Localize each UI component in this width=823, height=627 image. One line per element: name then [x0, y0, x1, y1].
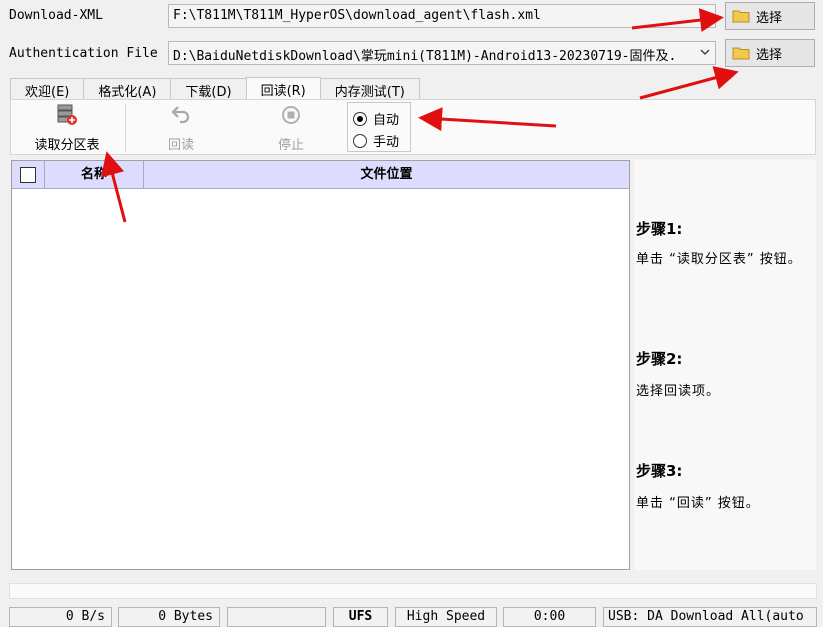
readback-button[interactable]: 回读: [125, 104, 237, 153]
status-time: 0:00: [503, 607, 596, 627]
status-storage: UFS: [333, 607, 388, 627]
undo-arrow-icon: [171, 106, 190, 124]
partition-table-icon: [57, 104, 77, 125]
download-xml-combo[interactable]: F:\T811M\T811M_HyperOS\download_agent\fl…: [168, 4, 716, 28]
read-partition-table-button[interactable]: 读取分区表: [11, 104, 123, 153]
status-usb-speed: High Speed: [395, 607, 497, 627]
stop-button[interactable]: 停止: [235, 104, 347, 153]
tab-readback[interactable]: 回读(R): [245, 77, 321, 100]
table-header: 名称 文件位置: [12, 161, 629, 189]
mode-auto-radio[interactable]: [353, 111, 367, 126]
help-panel: 步骤1: 单击 “读取分区表” 按钮。 步骤2: 选择回读项。 步骤3: 单击 …: [634, 160, 816, 570]
folder-icon: [732, 10, 750, 23]
download-xml-choose-button[interactable]: 选择: [725, 2, 815, 30]
tab-bar: 欢迎(E) 格式化(A) 下载(D) 回读(R) 内存测试(T): [10, 77, 420, 100]
tab-memory-test[interactable]: 内存测试(T): [319, 78, 420, 100]
mode-manual-radio[interactable]: [353, 133, 367, 148]
mode-auto-option[interactable]: 自动: [353, 109, 399, 128]
step1-text: 单击 “读取分区表” 按钮。: [636, 252, 802, 267]
partition-table[interactable]: 名称 文件位置: [11, 160, 630, 570]
tab-welcome[interactable]: 欢迎(E): [10, 78, 85, 100]
read-partition-table-label: 读取分区表: [34, 138, 100, 153]
stop-icon: [282, 106, 300, 124]
status-usb-mode: USB: DA Download All(auto: [603, 607, 817, 627]
readback-toolbar: 读取分区表 回读 停止 自动 手动: [10, 99, 816, 155]
auth-file-choose-button[interactable]: 选择: [725, 39, 815, 67]
step3-text: 单击 “回读” 按钮。: [636, 496, 760, 511]
step2-text: 选择回读项。: [636, 384, 721, 399]
chevron-down-icon[interactable]: [699, 9, 711, 21]
stop-label: 停止: [277, 138, 304, 153]
status-bytes: 0 Bytes: [118, 607, 220, 627]
step3-title: 步骤3:: [636, 462, 683, 480]
readback-label: 回读: [167, 138, 194, 153]
progress-bar: [9, 583, 817, 599]
folder-icon: [732, 47, 750, 60]
mode-auto-label: 自动: [373, 113, 400, 128]
download-xml-label: Download-XML: [9, 8, 103, 23]
auth-file-combo[interactable]: D:\BaiduNetdiskDownload\掌玩mini(T811M)-An…: [168, 41, 716, 65]
auth-file-label: Authentication File: [9, 46, 158, 61]
readback-mode-group: 自动 手动: [347, 102, 411, 152]
tab-format[interactable]: 格式化(A): [83, 78, 172, 100]
chevron-down-icon[interactable]: [699, 46, 711, 58]
step1-title: 步骤1:: [636, 220, 683, 238]
column-file-location[interactable]: 文件位置: [144, 161, 629, 189]
mode-manual-option[interactable]: 手动: [353, 131, 399, 150]
status-speed: 0 B/s: [9, 607, 112, 627]
auth-file-choose-label: 选择: [756, 47, 783, 63]
select-all-checkbox[interactable]: [20, 167, 36, 183]
annotation-arrow: [639, 66, 739, 100]
mode-manual-label: 手动: [373, 135, 400, 150]
status-blank: [227, 607, 326, 627]
download-xml-path: F:\T811M\T811M_HyperOS\download_agent\fl…: [173, 8, 541, 23]
select-all-column: [12, 161, 45, 189]
column-name[interactable]: 名称: [45, 161, 144, 189]
auth-file-path: D:\BaiduNetdiskDownload\掌玩mini(T811M)-An…: [173, 49, 677, 64]
tab-download[interactable]: 下载(D): [170, 78, 247, 100]
step2-title: 步骤2:: [636, 350, 683, 368]
download-xml-choose-label: 选择: [756, 10, 783, 26]
